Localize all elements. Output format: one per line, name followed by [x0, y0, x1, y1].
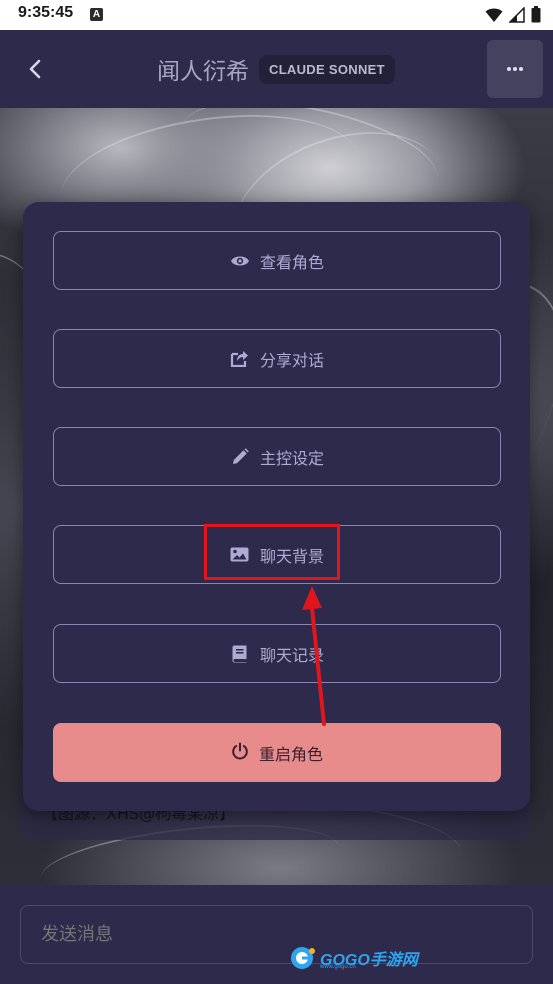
- battery-icon: [531, 6, 541, 23]
- book-icon: [230, 644, 250, 664]
- character-title: 闻人衍希: [157, 59, 249, 85]
- master-settings-button[interactable]: 主控设定: [53, 427, 501, 486]
- restart-character-label: 重启角色: [258, 744, 323, 764]
- chevron-left-icon: [29, 59, 41, 79]
- view-character-label: 查看角色: [259, 252, 324, 272]
- share-conversation-button[interactable]: 分享对话: [53, 329, 501, 388]
- signal-icon: [509, 6, 525, 23]
- model-badge: CLAUDE SONNET: [259, 55, 395, 84]
- chat-history-button[interactable]: 聊天记录: [53, 624, 501, 683]
- gogo-logo-icon: [291, 947, 315, 969]
- annotation-highlight-box: [204, 524, 340, 580]
- back-button[interactable]: [20, 54, 50, 84]
- app-header: 闻人衍希 CLAUDE SONNET: [0, 30, 553, 108]
- message-input[interactable]: [20, 905, 533, 964]
- status-time: 9:35:45: [18, 4, 74, 21]
- more-dots-icon: [507, 67, 523, 71]
- annotation-arrow: [302, 586, 326, 726]
- share-icon: [230, 349, 250, 369]
- restart-character-button[interactable]: 重启角色: [53, 723, 501, 782]
- site-watermark: GOGO手游网 www.gogo.cn: [290, 946, 418, 970]
- view-character-button[interactable]: 查看角色: [53, 231, 501, 290]
- eye-icon: [230, 251, 250, 271]
- status-icons: [485, 6, 541, 23]
- master-settings-label: 主控设定: [259, 448, 324, 468]
- share-conversation-label: 分享对话: [259, 350, 324, 370]
- pencil-icon: [230, 447, 250, 467]
- power-icon: [231, 742, 249, 764]
- more-options-button[interactable]: [487, 40, 543, 98]
- status-bar: 9:35:45 A: [0, 0, 553, 30]
- options-menu: 查看角色 分享对话 主控设定 聊天背景 聊天记录 重启角色: [23, 202, 530, 811]
- composer-bar: [0, 885, 553, 984]
- notification-icon: A: [90, 8, 103, 21]
- watermark-domain: www.gogo.cn: [320, 964, 356, 970]
- wifi-icon: [485, 8, 503, 22]
